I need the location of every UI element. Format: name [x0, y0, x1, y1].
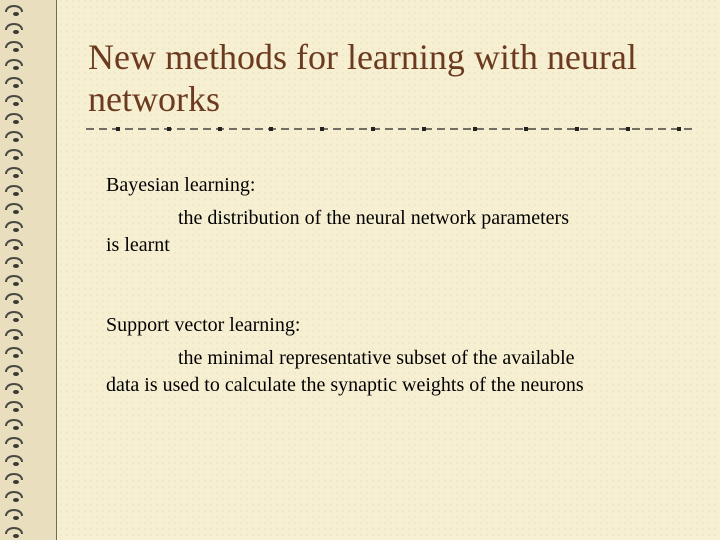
- section-support-vector: Support vector learning: the minimal rep…: [106, 312, 586, 399]
- section-text: the distribution of the neural network p…: [106, 207, 569, 256]
- slide: New methods for learning with neural net…: [0, 0, 720, 540]
- slide-title: New methods for learning with neural net…: [88, 37, 637, 119]
- slide-body: Bayesian learning: the distribution of t…: [106, 172, 586, 399]
- title-divider: [86, 127, 696, 131]
- section-bayesian: Bayesian learning: the distribution of t…: [106, 172, 586, 259]
- section-text: the minimal representative subset of the…: [106, 347, 584, 396]
- spiral-binding: [0, 0, 57, 540]
- section-heading: Bayesian learning:: [106, 174, 256, 196]
- section-heading: Support vector learning:: [106, 314, 301, 336]
